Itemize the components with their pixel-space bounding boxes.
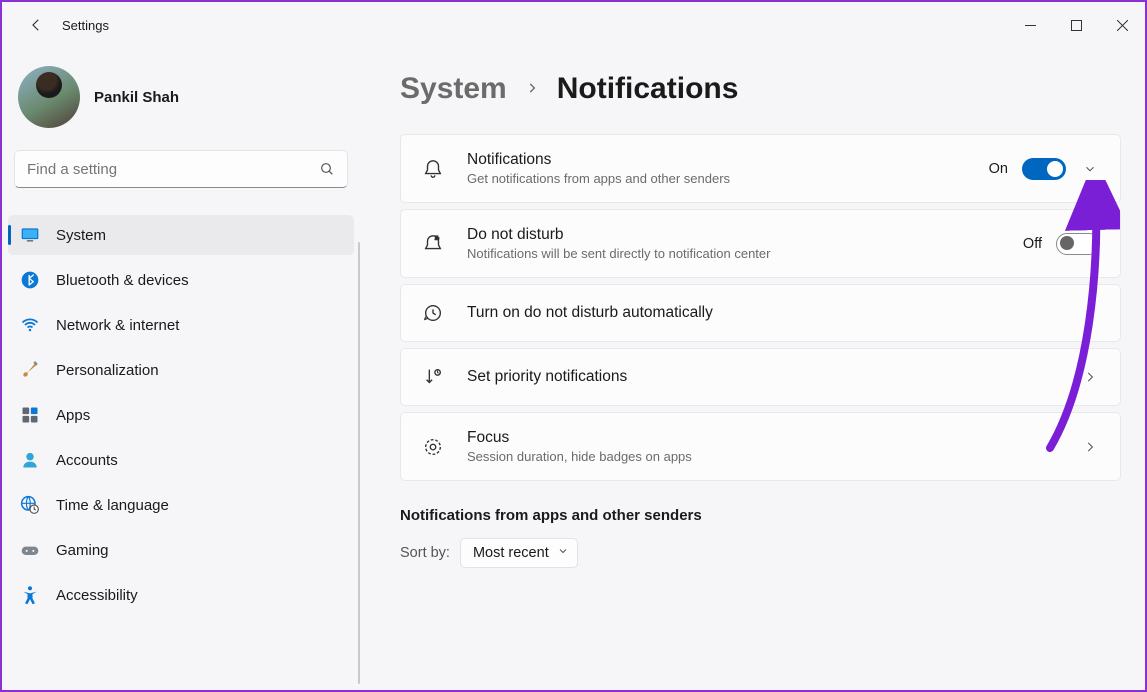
sidebar-item-network[interactable]: Network & internet: [8, 305, 354, 345]
sidebar-item-gaming[interactable]: Gaming: [8, 530, 354, 570]
person-icon: [20, 450, 40, 470]
close-button[interactable]: [1099, 9, 1145, 41]
gamepad-icon: [20, 540, 40, 560]
search-input[interactable]: [27, 161, 319, 178]
sidebar: Pankil Shah System Bluetooth & devices: [2, 48, 360, 690]
monitor-icon: [20, 225, 40, 245]
window-title: Settings: [62, 18, 109, 33]
card-title: Notifications: [467, 151, 967, 169]
card-subtitle: Notifications will be sent directly to n…: [467, 246, 1001, 261]
sidebar-item-time-language[interactable]: Time & language: [8, 485, 354, 525]
navigate-button[interactable]: [1080, 440, 1100, 454]
profile-name: Pankil Shah: [94, 89, 179, 106]
sidebar-item-system[interactable]: System: [8, 215, 354, 255]
chevron-right-icon: [525, 79, 539, 100]
sort-label: Sort by:: [400, 545, 450, 561]
sidebar-item-label: Personalization: [56, 362, 159, 379]
toggle-label: Off: [1023, 236, 1042, 252]
toggle-label: On: [989, 161, 1008, 177]
chevron-right-icon: [1083, 440, 1097, 454]
window-controls: [1007, 9, 1145, 41]
card-focus[interactable]: Focus Session duration, hide badges on a…: [400, 412, 1121, 481]
wifi-icon: [20, 315, 40, 335]
sort-select[interactable]: Most recent: [460, 538, 578, 568]
breadcrumb-parent[interactable]: System: [400, 72, 507, 106]
maximize-button[interactable]: [1053, 9, 1099, 41]
sidebar-item-label: Accounts: [56, 452, 118, 469]
page-title: Notifications: [557, 72, 739, 106]
focus-icon: [421, 435, 445, 459]
card-auto-dnd[interactable]: Turn on do not disturb automatically: [400, 284, 1121, 342]
chevron-down-icon: [1083, 306, 1097, 320]
sidebar-item-label: Accessibility: [56, 587, 138, 604]
bluetooth-icon: [20, 270, 40, 290]
accessibility-icon: [20, 585, 40, 605]
clock-refresh-icon: [421, 301, 445, 325]
svg-text:z: z: [435, 234, 438, 241]
titlebar: Settings: [2, 2, 1145, 48]
arrow-left-icon: [27, 16, 45, 34]
chevron-down-icon: [557, 545, 569, 561]
sidebar-item-label: Time & language: [56, 497, 169, 514]
priority-icon: [421, 365, 445, 389]
sidebar-nav: System Bluetooth & devices Network & int…: [8, 215, 354, 615]
dnd-toggle[interactable]: [1056, 233, 1100, 255]
sidebar-item-label: Bluetooth & devices: [56, 272, 189, 289]
sidebar-scrollbar[interactable]: [358, 242, 360, 684]
card-notifications[interactable]: Notifications Get notifications from app…: [400, 134, 1121, 203]
sidebar-item-bluetooth[interactable]: Bluetooth & devices: [8, 260, 354, 300]
chevron-down-icon: [1083, 162, 1097, 176]
search-icon: [319, 161, 335, 177]
card-subtitle: Get notifications from apps and other se…: [467, 171, 967, 186]
sort-value: Most recent: [473, 545, 549, 561]
expand-button[interactable]: [1080, 162, 1100, 176]
minimize-icon: [1025, 20, 1036, 31]
card-title: Set priority notifications: [467, 368, 1058, 386]
back-button[interactable]: [18, 7, 54, 43]
section-title-apps: Notifications from apps and other sender…: [400, 507, 1121, 524]
main-content: System Notifications Notifications Get n…: [360, 48, 1145, 690]
expand-button[interactable]: [1080, 306, 1100, 320]
sidebar-item-label: System: [56, 227, 106, 244]
notifications-toggle[interactable]: [1022, 158, 1066, 180]
card-priority-notifications[interactable]: Set priority notifications: [400, 348, 1121, 406]
search-input-wrap[interactable]: [14, 150, 348, 188]
profile-block[interactable]: Pankil Shah: [8, 48, 354, 150]
sort-row: Sort by: Most recent: [400, 538, 1121, 568]
maximize-icon: [1071, 20, 1082, 31]
sidebar-item-apps[interactable]: Apps: [8, 395, 354, 435]
sidebar-item-accessibility[interactable]: Accessibility: [8, 575, 354, 615]
sidebar-item-personalization[interactable]: Personalization: [8, 350, 354, 390]
sidebar-item-label: Apps: [56, 407, 90, 424]
chevron-right-icon: [1083, 370, 1097, 384]
apps-icon: [20, 405, 40, 425]
brush-icon: [20, 360, 40, 380]
bell-icon: [421, 157, 445, 181]
close-icon: [1117, 20, 1128, 31]
minimize-button[interactable]: [1007, 9, 1053, 41]
sidebar-item-label: Gaming: [56, 542, 109, 559]
card-do-not-disturb[interactable]: z Do not disturb Notifications will be s…: [400, 209, 1121, 278]
globe-clock-icon: [20, 495, 40, 515]
card-subtitle: Session duration, hide badges on apps: [467, 449, 1058, 464]
card-title: Focus: [467, 429, 1058, 447]
card-title: Turn on do not disturb automatically: [467, 304, 1058, 322]
card-title: Do not disturb: [467, 226, 1001, 244]
avatar: [18, 66, 80, 128]
sidebar-item-label: Network & internet: [56, 317, 179, 334]
navigate-button[interactable]: [1080, 370, 1100, 384]
dnd-icon: z: [421, 232, 445, 256]
breadcrumb: System Notifications: [400, 72, 1121, 106]
sidebar-item-accounts[interactable]: Accounts: [8, 440, 354, 480]
